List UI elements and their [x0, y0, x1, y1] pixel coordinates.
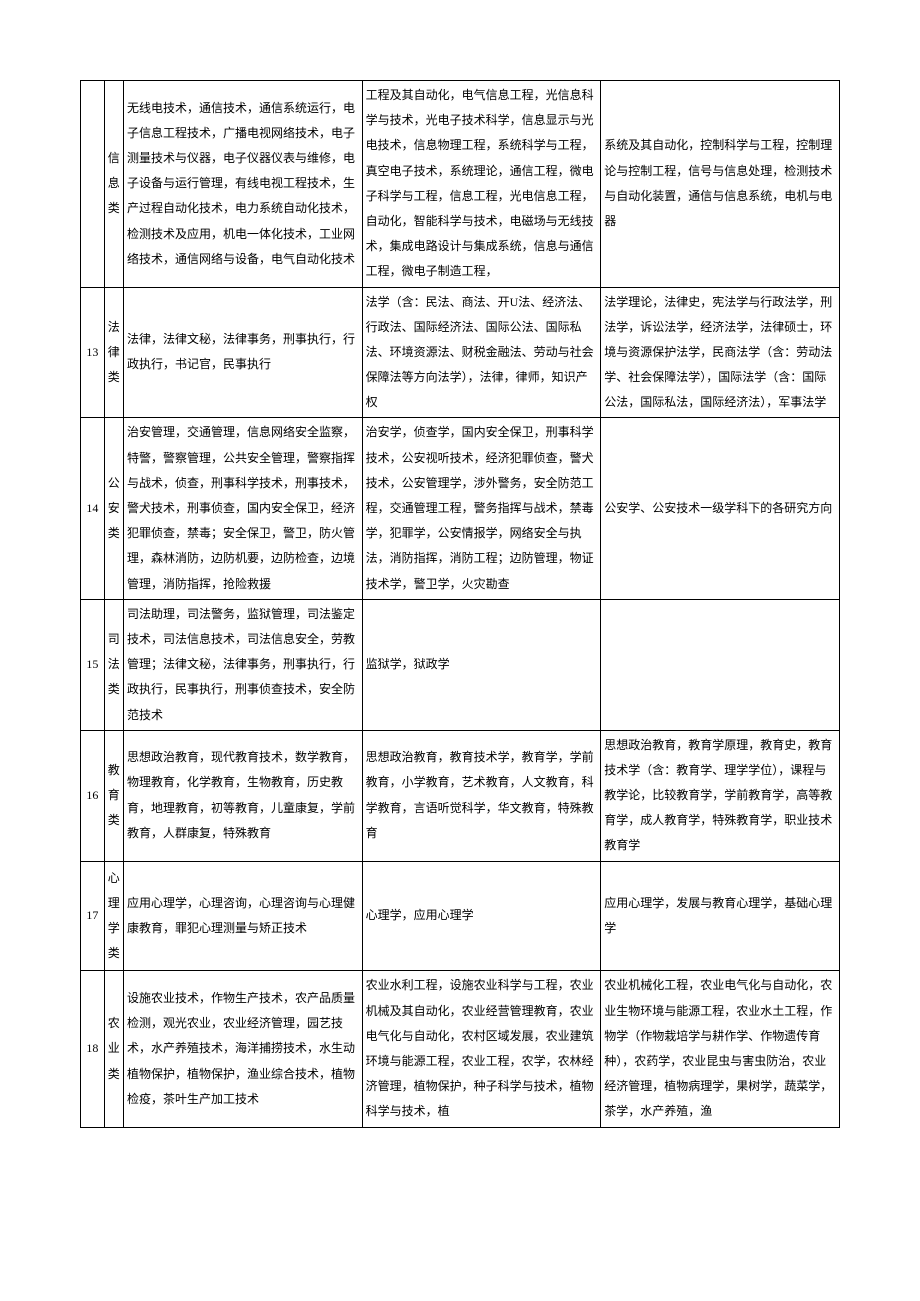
col-b: 思想政治教育，教育技术学，教育学，学前教育，小学教育，艺术教育，人文教育，科学教…	[362, 730, 601, 861]
col-b: 心理学，应用心理学	[362, 861, 601, 971]
col-b: 工程及其自动化，电气信息工程，光信息科学与技术，光电子技术科学，信息显示与光电技…	[362, 81, 601, 288]
col-c: 系统及其自动化，控制科学与工程，控制理论与控制工程，信号与信息处理，检测技术与自…	[601, 81, 840, 288]
table-row: 14公安类治安管理，交通管理，信息网络安全监察，特警，警察管理，公共安全管理，警…	[81, 418, 840, 599]
category-label: 公安类	[104, 418, 123, 599]
row-number: 15	[81, 599, 105, 730]
table-row: 17心理学类应用心理学，心理咨询，心理咨询与心理健康教育，罪犯心理测量与矫正技术…	[81, 861, 840, 971]
col-a: 司法助理，司法警务，监狱管理，司法鉴定技术，司法信息技术，司法信息安全，劳教管理…	[123, 599, 362, 730]
col-c: 公安学、公安技术一级学科下的各研究方向	[601, 418, 840, 599]
category-label: 农业类	[104, 971, 123, 1127]
majors-table: 信息类无线电技术，通信技术，通信系统运行，电子信息工程技术，广播电视网络技术，电…	[80, 80, 840, 1128]
table-row: 信息类无线电技术，通信技术，通信系统运行，电子信息工程技术，广播电视网络技术，电…	[81, 81, 840, 288]
table-row: 16教育类思想政治教育，现代教育技术，数学教育，物理教育，化学教育，生物教育，历…	[81, 730, 840, 861]
category-label: 心理学类	[104, 861, 123, 971]
col-a: 法律，法律文秘，法律事务，刑事执行，行政执行，书记官，民事执行	[123, 287, 362, 418]
category-label: 信息类	[104, 81, 123, 288]
col-b: 农业水利工程，设施农业科学与工程，农业机械及其自动化，农业经营管理教育，农业电气…	[362, 971, 601, 1127]
col-c: 应用心理学，发展与教育心理学，基础心理学	[601, 861, 840, 971]
col-a: 应用心理学，心理咨询，心理咨询与心理健康教育，罪犯心理测量与矫正技术	[123, 861, 362, 971]
col-c: 思想政治教育，教育学原理，教育史，教育技术学（含：教育学、理学学位），课程与教学…	[601, 730, 840, 861]
category-label: 司法类	[104, 599, 123, 730]
table-row: 13法律类法律，法律文秘，法律事务，刑事执行，行政执行，书记官，民事执行法学（含…	[81, 287, 840, 418]
col-c	[601, 599, 840, 730]
row-number: 13	[81, 287, 105, 418]
col-a: 无线电技术，通信技术，通信系统运行，电子信息工程技术，广播电视网络技术，电子测量…	[123, 81, 362, 288]
row-number: 17	[81, 861, 105, 971]
col-c: 农业机械化工程，农业电气化与自动化，农业生物环境与能源工程，农业水土工程，作物学…	[601, 971, 840, 1127]
col-b: 治安学，侦查学，国内安全保卫，刑事科学技术，公安视听技术，经济犯罪侦查，警犬技术…	[362, 418, 601, 599]
col-a: 治安管理，交通管理，信息网络安全监察，特警，警察管理，公共安全管理，警察指挥与战…	[123, 418, 362, 599]
category-label: 教育类	[104, 730, 123, 861]
row-number: 18	[81, 971, 105, 1127]
category-label: 法律类	[104, 287, 123, 418]
row-number	[81, 81, 105, 288]
col-a: 设施农业技术，作物生产技术，农产品质量检测，观光农业，农业经济管理，园艺技术，水…	[123, 971, 362, 1127]
row-number: 14	[81, 418, 105, 599]
col-a: 思想政治教育，现代教育技术，数学教育，物理教育，化学教育，生物教育，历史教育，地…	[123, 730, 362, 861]
table-row: 18农业类设施农业技术，作物生产技术，农产品质量检测，观光农业，农业经济管理，园…	[81, 971, 840, 1127]
col-c: 法学理论，法律史，宪法学与行政法学，刑法学，诉讼法学，经济法学，法律硕士，环境与…	[601, 287, 840, 418]
row-number: 16	[81, 730, 105, 861]
col-b: 法学（含：民法、商法、开U法、经济法、行政法、国际经济法、国际公法、国际私法、环…	[362, 287, 601, 418]
table-row: 15司法类司法助理，司法警务，监狱管理，司法鉴定技术，司法信息技术，司法信息安全…	[81, 599, 840, 730]
col-b: 监狱学，狱政学	[362, 599, 601, 730]
